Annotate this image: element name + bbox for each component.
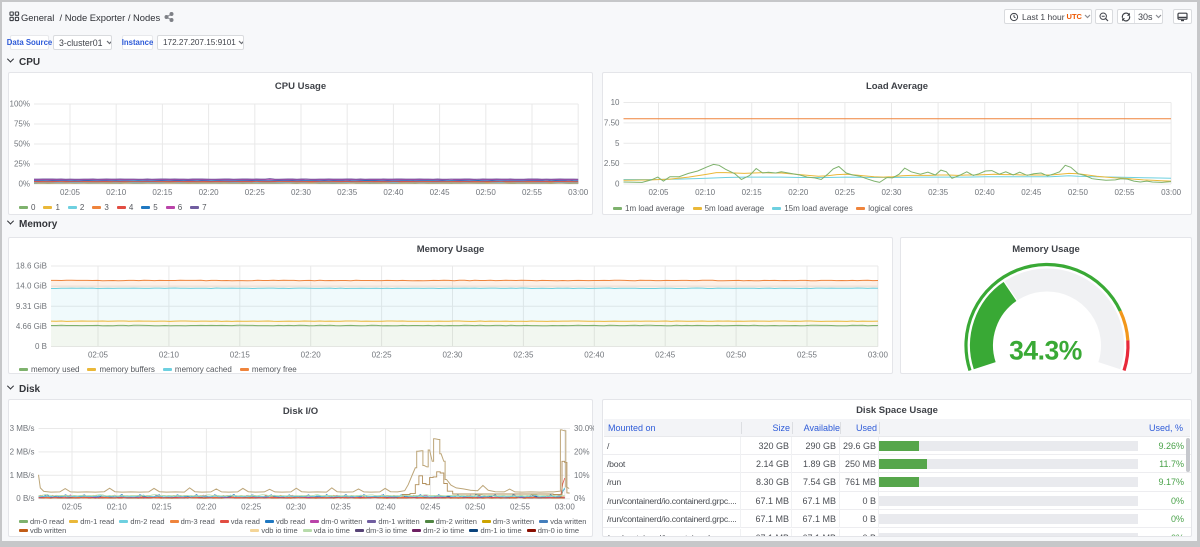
svg-text:02:40: 02:40 (975, 188, 996, 197)
svg-text:02:35: 02:35 (513, 351, 534, 360)
svg-text:02:30: 02:30 (291, 188, 312, 197)
svg-text:02:25: 02:25 (835, 188, 856, 197)
svg-text:02:25: 02:25 (372, 351, 393, 360)
svg-text:18.6 GiB: 18.6 GiB (16, 262, 47, 271)
svg-text:02:45: 02:45 (1021, 188, 1042, 197)
svg-text:02:45: 02:45 (655, 351, 676, 360)
svg-text:02:05: 02:05 (648, 188, 669, 197)
svg-text:02:35: 02:35 (337, 188, 358, 197)
svg-text:7.50: 7.50 (604, 118, 620, 127)
svg-text:10%: 10% (574, 471, 590, 480)
svg-text:30.0%: 30.0% (574, 424, 594, 433)
svg-text:0 B/s: 0 B/s (16, 494, 34, 503)
svg-text:02:50: 02:50 (476, 188, 497, 197)
svg-text:02:55: 02:55 (1114, 188, 1135, 197)
svg-text:20%: 20% (574, 447, 590, 456)
svg-text:02:40: 02:40 (584, 351, 605, 360)
svg-text:02:30: 02:30 (442, 351, 463, 360)
svg-text:50%: 50% (14, 140, 30, 149)
svg-text:9.31 GiB: 9.31 GiB (16, 302, 47, 311)
svg-text:0%: 0% (18, 180, 30, 189)
svg-text:02:45: 02:45 (430, 188, 451, 197)
svg-text:2 MB/s: 2 MB/s (10, 447, 35, 456)
svg-text:02:10: 02:10 (695, 188, 716, 197)
svg-text:03:00: 03:00 (1161, 188, 1182, 197)
svg-text:02:30: 02:30 (881, 188, 902, 197)
svg-text:02:50: 02:50 (1068, 188, 1089, 197)
svg-text:34.3%: 34.3% (1009, 336, 1082, 366)
svg-text:3 MB/s: 3 MB/s (10, 424, 35, 433)
svg-text:02:15: 02:15 (742, 188, 763, 197)
svg-text:10: 10 (611, 98, 620, 107)
svg-text:75%: 75% (14, 120, 30, 129)
svg-text:0: 0 (615, 180, 620, 189)
svg-text:14.0 GiB: 14.0 GiB (16, 282, 47, 291)
svg-text:02:25: 02:25 (245, 188, 266, 197)
svg-text:02:55: 02:55 (797, 351, 818, 360)
svg-text:100%: 100% (10, 100, 30, 109)
svg-text:02:40: 02:40 (383, 188, 404, 197)
svg-text:03:00: 03:00 (868, 351, 889, 360)
svg-text:4.66 GiB: 4.66 GiB (16, 322, 47, 331)
svg-text:02:55: 02:55 (522, 188, 543, 197)
svg-text:25%: 25% (14, 160, 30, 169)
svg-text:0 B: 0 B (35, 342, 47, 351)
svg-text:5: 5 (615, 139, 620, 148)
svg-text:02:50: 02:50 (726, 351, 747, 360)
svg-text:2.50: 2.50 (604, 159, 620, 168)
svg-text:02:35: 02:35 (928, 188, 949, 197)
svg-text:02:20: 02:20 (788, 188, 809, 197)
svg-text:0%: 0% (574, 494, 585, 503)
svg-text:1 MB/s: 1 MB/s (10, 471, 35, 480)
svg-text:03:00: 03:00 (568, 188, 589, 197)
